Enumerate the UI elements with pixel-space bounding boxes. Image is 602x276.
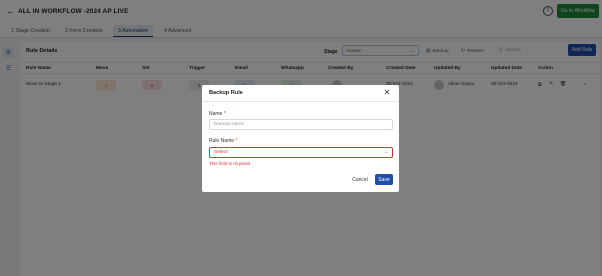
save-button[interactable]: Save bbox=[375, 174, 393, 185]
rule-name-field-label: Rule Name * bbox=[209, 138, 238, 144]
close-icon[interactable]: ✕ bbox=[382, 88, 392, 98]
chevron-down-icon: ⌄ bbox=[383, 150, 388, 155]
backup-rule-modal: Backup Rule ✕ Name * Backup Name Rule Na… bbox=[202, 85, 399, 192]
rule-name-select[interactable]: Select ⌄ bbox=[209, 147, 393, 158]
field-error-message: This field is required bbox=[209, 161, 251, 166]
rule-select-value: Select bbox=[214, 150, 228, 155]
modal-header: Backup Rule ✕ bbox=[202, 85, 399, 102]
modal-title: Backup Rule bbox=[209, 90, 243, 96]
cancel-button[interactable]: Cancel bbox=[350, 174, 370, 185]
backup-name-placeholder: Backup Name bbox=[214, 122, 245, 127]
name-field-label: Name * bbox=[209, 111, 226, 117]
backup-name-input[interactable]: Backup Name bbox=[209, 119, 393, 130]
